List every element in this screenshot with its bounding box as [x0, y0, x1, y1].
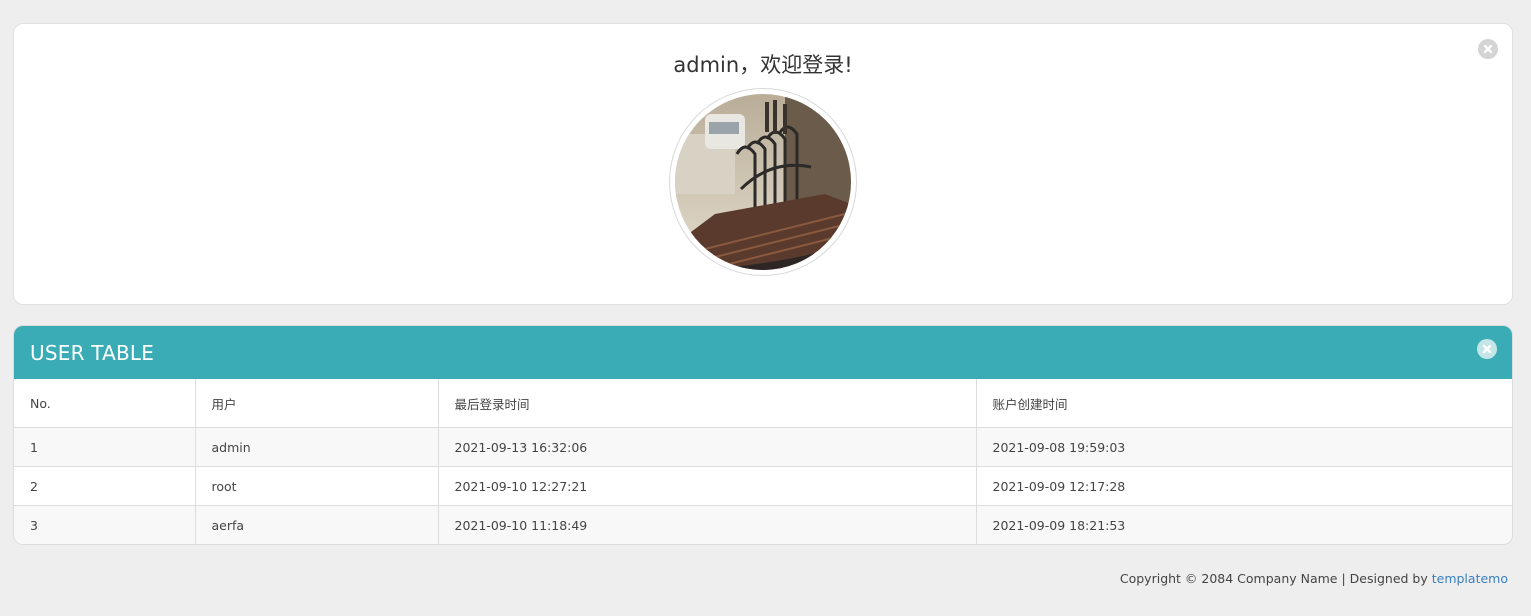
user-table-header: USER TABLE — [14, 326, 1512, 379]
cell-user: root — [195, 466, 439, 506]
user-table: No. 用户 最后登录时间 账户创建时间 1 admin 2021-09-13 … — [14, 379, 1512, 544]
cell-last-login: 2021-09-10 11:18:49 — [438, 505, 977, 544]
user-table-title: USER TABLE — [30, 341, 155, 365]
cell-user: admin — [195, 427, 439, 467]
user-table-panel: USER TABLE No. 用户 最后登录时间 账户创建时间 1 admin — [13, 325, 1513, 545]
column-header-no: No. — [14, 379, 196, 428]
avatar-image — [675, 94, 851, 270]
table-row: 2 root 2021-09-10 12:27:21 2021-09-09 12… — [14, 466, 1512, 506]
close-welcome-button[interactable] — [1478, 39, 1498, 59]
welcome-title: admin，欢迎登录! — [673, 53, 853, 77]
welcome-panel: admin，欢迎登录! — [13, 23, 1513, 305]
footer: Copyright © 2084 Company Name | Designed… — [1120, 571, 1508, 587]
table-header-row: No. 用户 最后登录时间 账户创建时间 — [14, 379, 1512, 428]
cell-created: 2021-09-09 12:17:28 — [976, 466, 1512, 506]
column-header-last-login: 最后登录时间 — [438, 379, 977, 428]
footer-templatemo-link[interactable]: templatemo — [1432, 571, 1508, 586]
cell-last-login: 2021-09-10 12:27:21 — [438, 466, 977, 506]
cell-no: 2 — [14, 466, 196, 506]
column-header-created: 账户创建时间 — [976, 379, 1512, 428]
cell-no: 3 — [14, 505, 196, 544]
table-row: 1 admin 2021-09-13 16:32:06 2021-09-08 1… — [14, 427, 1512, 467]
cell-created: 2021-09-08 19:59:03 — [976, 427, 1512, 467]
cell-last-login: 2021-09-13 16:32:06 — [438, 427, 977, 467]
column-header-user: 用户 — [195, 379, 439, 428]
footer-copyright: Copyright © 2084 Company Name | Designed… — [1119, 571, 1432, 586]
table-row: 3 aerfa 2021-09-10 11:18:49 2021-09-09 1… — [14, 505, 1512, 544]
cell-created: 2021-09-09 18:21:53 — [976, 505, 1512, 544]
close-table-button[interactable] — [1477, 339, 1497, 359]
close-icon — [1482, 344, 1492, 354]
avatar — [669, 88, 857, 276]
cell-no: 1 — [14, 427, 196, 467]
cell-user: aerfa — [195, 505, 439, 544]
close-icon — [1483, 44, 1493, 54]
